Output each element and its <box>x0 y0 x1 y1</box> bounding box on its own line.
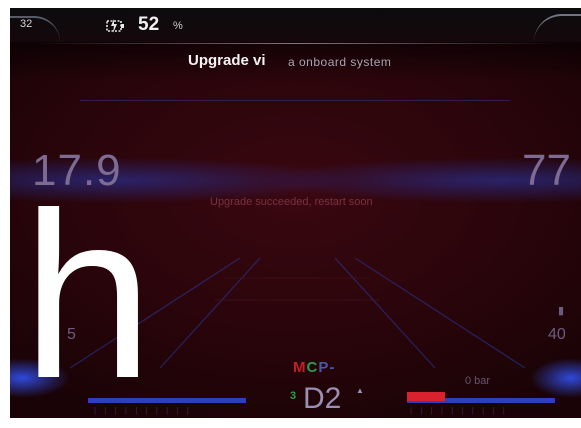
right-gauge-fill <box>407 392 445 401</box>
small-gear-number: 3 <box>290 390 297 402</box>
right-gauge-label: 0 bar <box>465 375 491 387</box>
right-small-value: 40 <box>548 326 566 343</box>
upgrade-status-message: Upgrade succeeded, restart soon <box>210 196 373 208</box>
right-indicator-icon: ▮ <box>558 305 565 317</box>
gear-up-arrow-icon: ▲ <box>356 386 364 395</box>
right-edge-glow <box>530 358 581 398</box>
right-gauge-ticks: | | | | | | | | | | <box>410 406 508 415</box>
mode-m: M <box>293 359 307 376</box>
mode-c: C <box>306 359 319 376</box>
overlay-letter: h <box>22 164 154 428</box>
mode-p: P- <box>318 359 336 376</box>
gear-indicator: D2 <box>303 382 342 415</box>
drive-mode-indicator: MCP- <box>293 359 335 376</box>
speed-right-value: 77 <box>522 146 571 195</box>
